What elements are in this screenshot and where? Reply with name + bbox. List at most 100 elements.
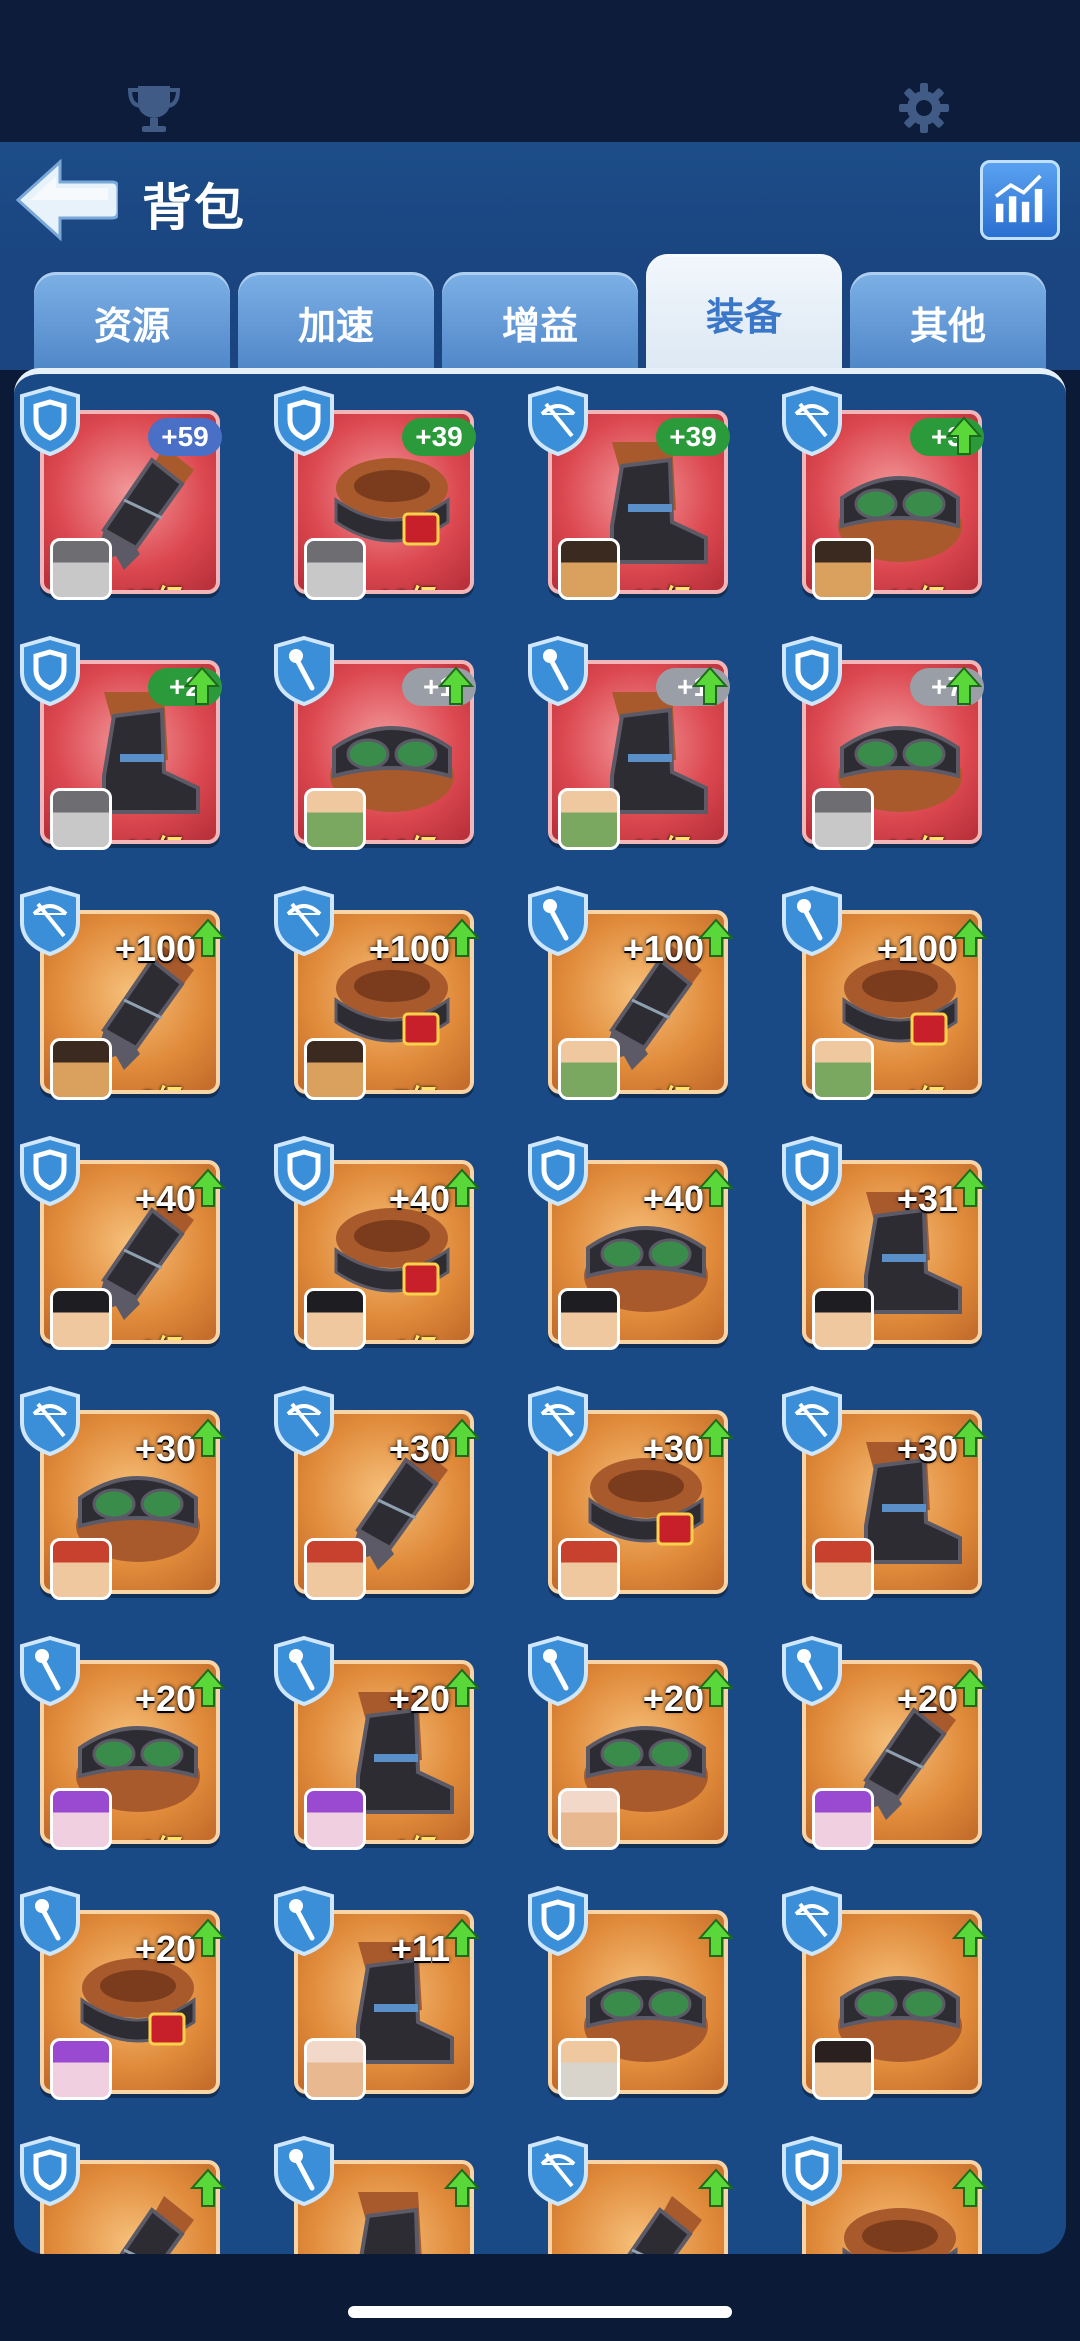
shield-icon (782, 2136, 842, 2206)
crossbow-icon (528, 1386, 588, 1456)
item-level: 4级 (647, 1076, 694, 1090)
upgrade-arrow-icon (444, 1168, 480, 1207)
crossbow-icon (528, 386, 588, 456)
equipment-item[interactable]: 8级 +100 (18, 886, 238, 1108)
equipment-item[interactable]: 1级 +20 (18, 1636, 238, 1858)
staff-icon (274, 636, 334, 706)
item-level: 11级 (124, 826, 186, 840)
item-level: 1级 (139, 1326, 186, 1340)
equipment-item[interactable]: 1级 +40 (272, 1136, 492, 1358)
upgrade-arrow-icon (444, 1918, 480, 1957)
equipment-item[interactable]: 4级 +100 (526, 886, 746, 1108)
equipment-item[interactable] (780, 2136, 1000, 2254)
equipment-item[interactable]: 12级 +39 (526, 386, 746, 608)
gear-icon[interactable] (896, 80, 952, 136)
tab-equipment[interactable]: 装备 (646, 254, 842, 372)
equipment-item[interactable]: +30 (780, 1386, 1000, 1608)
staff-icon (20, 1636, 80, 1706)
equipment-item[interactable]: 11级+3 (780, 386, 1000, 608)
bonus-value: +40 (134, 1178, 196, 1219)
equipment-item[interactable]: +31 (780, 1136, 1000, 1358)
upgrade-arrow-icon (952, 1168, 988, 1207)
item-level: 7级 (393, 1076, 440, 1090)
crossbow-icon (782, 1886, 842, 1956)
item-level: 13级 (377, 576, 440, 590)
home-indicator[interactable] (348, 2306, 732, 2318)
bonus-value: +20 (134, 1678, 196, 1719)
upgrade-arrow-icon (952, 1418, 988, 1457)
equipment-item[interactable]: +30 (18, 1386, 238, 1608)
equipment-item[interactable]: +20 (526, 1636, 746, 1858)
equipment-item[interactable]: 1级 +40 (18, 1136, 238, 1358)
page-title: 背包 (142, 180, 246, 236)
upgrade-arrow-icon (190, 1668, 226, 1707)
stats-button[interactable] (980, 160, 1060, 240)
hero-avatar (304, 2038, 366, 2100)
hero-avatar (304, 1038, 366, 1100)
tab-resources[interactable]: 资源 (34, 272, 230, 372)
equipment-item[interactable]: +11 (272, 1886, 492, 2108)
upgrade-arrow-icon (946, 416, 982, 455)
equipment-item[interactable]: +30 (526, 1386, 746, 1608)
hero-avatar (812, 538, 874, 600)
hero-avatar (812, 2038, 874, 2100)
item-level: 4级 (901, 1076, 948, 1090)
bonus-value: +31 (896, 1178, 958, 1219)
equipment-item[interactable] (780, 1886, 1000, 2108)
bottom-bar (0, 2254, 1080, 2341)
equipment-item[interactable]: 1级 +20 (272, 1636, 492, 1858)
equipment-item[interactable] (526, 2136, 746, 2254)
upgrade-arrow-icon (698, 1168, 734, 1207)
item-level: 1级 (393, 1826, 440, 1840)
tab-boosts[interactable]: 增益 (442, 272, 638, 372)
equipment-item[interactable] (526, 1886, 746, 2108)
bonus-badge: +59 (148, 418, 222, 456)
upgrade-arrow-icon (444, 2168, 480, 2207)
bonus-value: +100 (876, 928, 958, 969)
equipment-item[interactable]: +30 (272, 1386, 492, 1608)
hero-avatar (558, 788, 620, 850)
item-level: 8级 (139, 1076, 186, 1090)
upgrade-arrow-icon (952, 1668, 988, 1707)
equipment-item[interactable]: 7级 +100 (272, 886, 492, 1108)
upgrade-arrow-icon (698, 2168, 734, 2207)
upgrade-arrow-icon (952, 2168, 988, 2207)
upgrade-arrow-icon (184, 666, 220, 705)
equipment-item[interactable]: 10级+1 (526, 636, 746, 858)
staff-icon (782, 1636, 842, 1706)
equipment-item[interactable]: 15级 +59 (18, 386, 238, 608)
equipment-panel[interactable]: 15级+5913级+3912级+3911级+311级+210级+110级+110… (14, 368, 1066, 2254)
shield-icon (20, 636, 80, 706)
equipment-item[interactable]: 4级 +100 (780, 886, 1000, 1108)
item-level: 10级 (885, 826, 948, 840)
bonus-value: +20 (134, 1928, 196, 1969)
equipment-item[interactable]: 10级+1 (272, 636, 492, 858)
equipment-item[interactable]: 10级+7 (780, 636, 1000, 858)
equipment-item[interactable]: 11级+2 (18, 636, 238, 858)
trophy-icon[interactable] (124, 80, 184, 136)
equipment-item[interactable]: +20 (18, 1886, 238, 2108)
upgrade-arrow-icon (692, 666, 728, 705)
upgrade-arrow-icon (698, 1418, 734, 1457)
bonus-value: +20 (896, 1678, 958, 1719)
upgrade-arrow-icon (190, 1418, 226, 1457)
equipment-item[interactable]: +40 (526, 1136, 746, 1358)
equipment-item[interactable]: +20 (780, 1636, 1000, 1858)
shield-icon (782, 1136, 842, 1206)
upgrade-arrow-icon (444, 1418, 480, 1457)
staff-icon (782, 886, 842, 956)
shield-icon (782, 636, 842, 706)
upgrade-arrow-icon (952, 918, 988, 957)
back-arrow-icon[interactable] (14, 158, 118, 242)
tab-speedups[interactable]: 加速 (238, 272, 434, 372)
hero-avatar (50, 1288, 112, 1350)
equipment-item[interactable]: 13级 +39 (272, 386, 492, 608)
hero-avatar (812, 1038, 874, 1100)
equipment-item[interactable] (18, 2136, 238, 2254)
shield-icon (274, 386, 334, 456)
upgrade-arrow-icon (190, 1168, 226, 1207)
equipment-item[interactable] (272, 2136, 492, 2254)
item-level: 15级 (123, 576, 186, 590)
item-level: 1级 (393, 1326, 440, 1340)
tab-other[interactable]: 其他 (850, 272, 1046, 372)
